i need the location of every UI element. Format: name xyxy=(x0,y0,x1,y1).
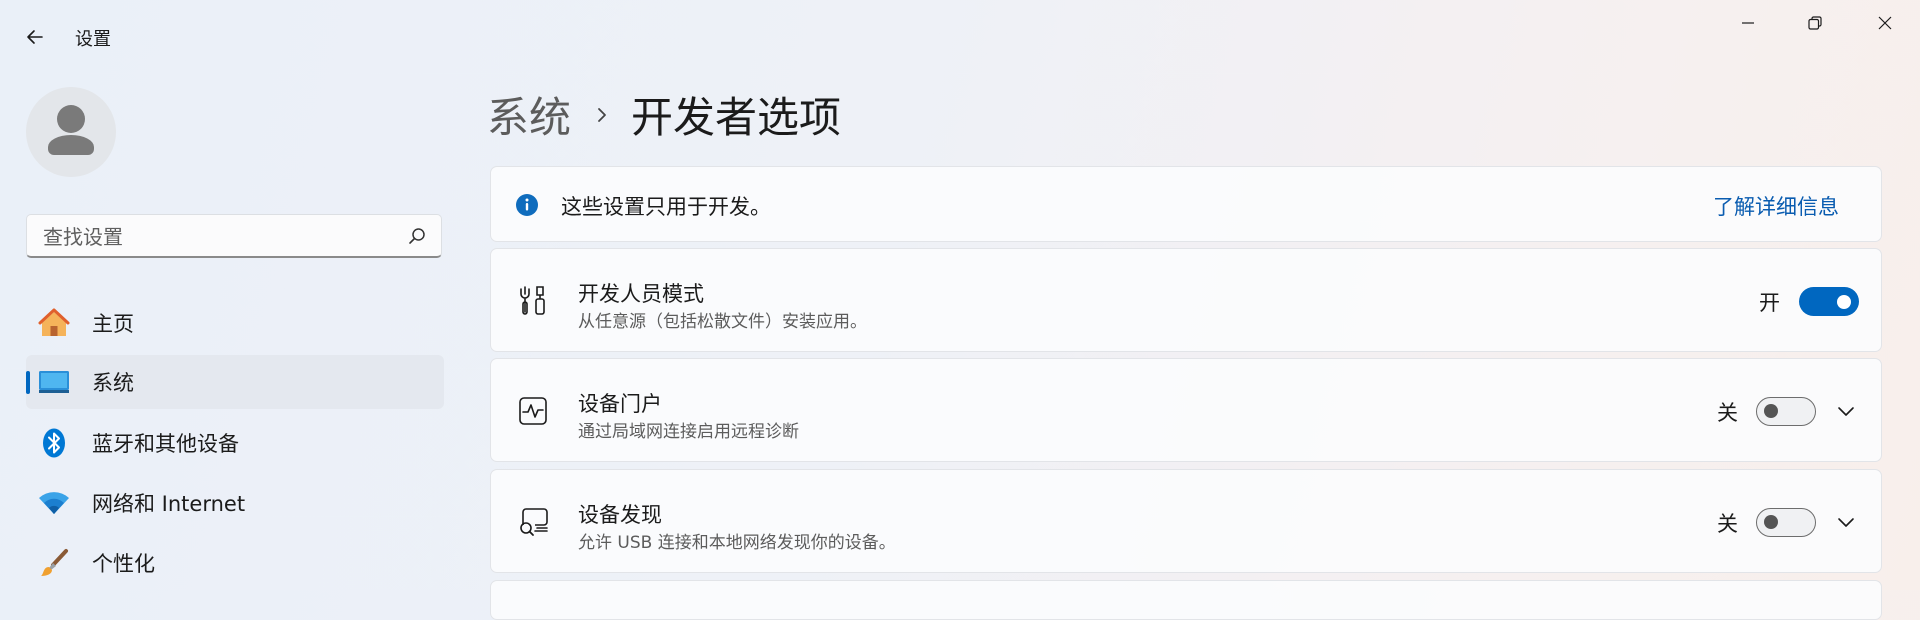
app-title: 设置 xyxy=(75,29,111,50)
active-indicator xyxy=(26,371,30,394)
toggle-knob xyxy=(1837,294,1851,309)
wifi-icon xyxy=(38,488,70,518)
chevron-down-icon[interactable] xyxy=(1831,396,1861,426)
home-icon xyxy=(38,308,70,338)
breadcrumb: 系统 开发者选项 xyxy=(487,84,841,145)
sidebar-item-personalization[interactable]: 个性化 xyxy=(26,536,444,590)
toggle-state-label: 关 xyxy=(1717,401,1738,425)
device-portal-toggle[interactable] xyxy=(1756,397,1816,426)
device-discovery-toggle[interactable] xyxy=(1756,508,1816,537)
setting-title: 设备发现 xyxy=(578,503,662,527)
sidebar-item-system[interactable]: 系统 xyxy=(26,355,444,409)
device-portal-icon xyxy=(517,395,549,427)
chevron-down-icon[interactable] xyxy=(1831,507,1861,537)
toggle-knob xyxy=(1764,404,1778,418)
setting-description: 通过局域网连接启用远程诊断 xyxy=(578,422,799,442)
sidebar-item-bluetooth[interactable]: 蓝牙和其他设备 xyxy=(26,416,444,470)
sidebar-item-label: 网络和 Internet xyxy=(92,492,246,516)
minimize-icon xyxy=(1742,22,1754,24)
sidebar-item-home[interactable]: 主页 xyxy=(26,296,444,350)
sidebar-item-label: 主页 xyxy=(92,312,134,336)
back-button[interactable] xyxy=(18,20,52,54)
info-icon xyxy=(516,194,538,216)
breadcrumb-parent[interactable]: 系统 xyxy=(487,84,571,145)
sidebar-item-label: 个性化 xyxy=(92,552,155,576)
toggle-state-label: 关 xyxy=(1717,512,1738,536)
page-title: 开发者选项 xyxy=(631,93,842,142)
chevron-right-icon xyxy=(595,105,609,125)
setting-title: 设备门户 xyxy=(578,392,662,416)
sidebar-item-network[interactable]: 网络和 Internet xyxy=(26,476,444,530)
setting-device-discovery[interactable]: 设备发现 允许 USB 连接和本地网络发现你的设备。 关 xyxy=(490,469,1882,573)
info-banner: 这些设置只用于开发。 了解详细信息 xyxy=(490,166,1882,242)
learn-more-link[interactable]: 了解详细信息 xyxy=(1713,191,1839,221)
search-box[interactable] xyxy=(26,214,442,258)
info-banner-text: 这些设置只用于开发。 xyxy=(561,195,771,219)
close-icon xyxy=(1878,16,1892,30)
setting-device-portal[interactable]: 设备门户 通过局域网连接启用远程诊断 关 xyxy=(490,358,1882,462)
device-discovery-icon xyxy=(517,506,549,538)
toggle-state-label: 开 xyxy=(1759,291,1780,315)
restore-icon xyxy=(1808,16,1822,30)
back-arrow-icon xyxy=(27,30,43,44)
setting-description: 从任意源（包括松散文件）安装应用。 xyxy=(578,312,867,332)
search-icon[interactable] xyxy=(407,226,427,246)
sidebar-item-label: 系统 xyxy=(92,371,134,395)
bluetooth-icon xyxy=(38,428,70,458)
setting-next-card[interactable] xyxy=(490,580,1882,620)
developer-tools-icon xyxy=(517,285,549,317)
search-input[interactable] xyxy=(41,215,405,258)
setting-title: 开发人员模式 xyxy=(578,282,704,306)
toggle-knob xyxy=(1764,515,1778,529)
setting-developer-mode[interactable]: 开发人员模式 从任意源（包括松散文件）安装应用。 开 xyxy=(490,248,1882,352)
sidebar-item-label: 蓝牙和其他设备 xyxy=(92,432,239,456)
setting-description: 允许 USB 连接和本地网络发现你的设备。 xyxy=(578,533,896,553)
system-icon xyxy=(38,367,70,397)
close-button[interactable] xyxy=(1851,0,1919,46)
brush-icon xyxy=(38,548,70,578)
user-icon xyxy=(48,105,94,155)
developer-mode-toggle[interactable] xyxy=(1799,287,1859,316)
minimize-button[interactable] xyxy=(1714,0,1782,46)
restore-button[interactable] xyxy=(1781,0,1849,46)
user-avatar[interactable] xyxy=(26,87,116,177)
